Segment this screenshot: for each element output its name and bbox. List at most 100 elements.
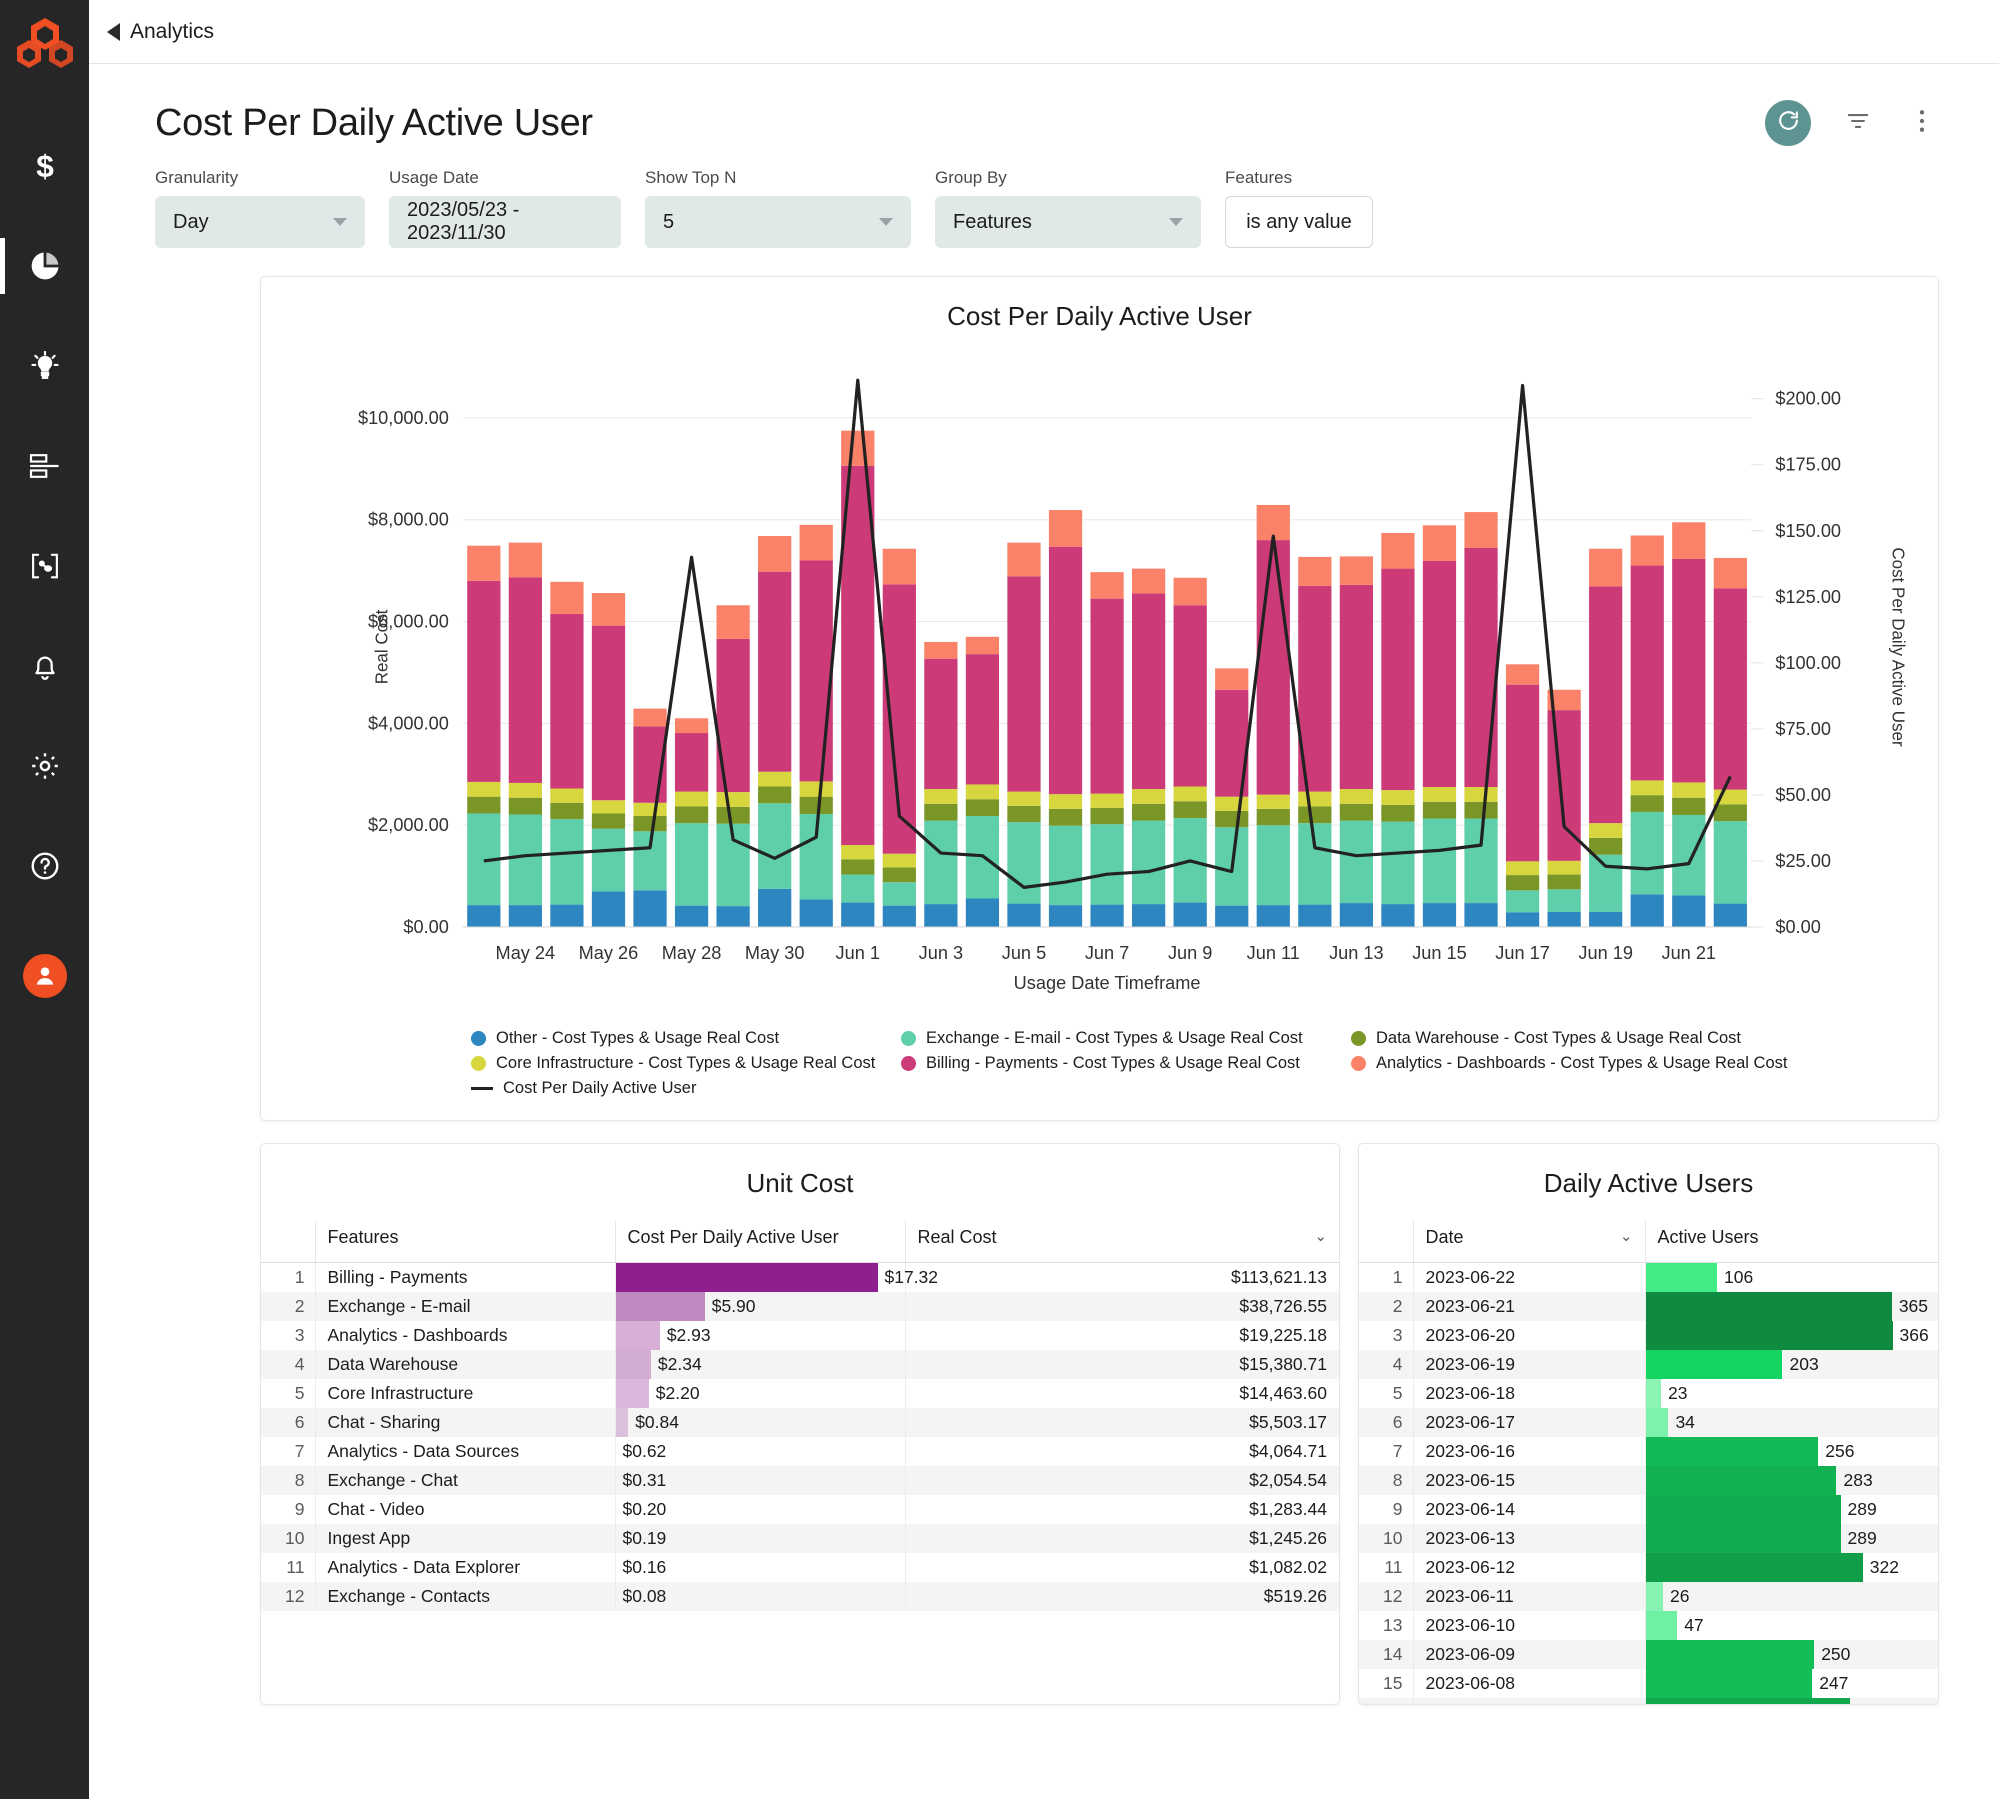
chart-title: Cost Per Daily Active User [947, 301, 1252, 331]
real-cost-value: $38,726.55 [904, 1292, 1339, 1321]
table-row[interactable]: 1 Billing - Payments $17.32 $113,621.13 [261, 1262, 1339, 1292]
active-users-bar [1645, 1698, 1850, 1704]
table-row[interactable]: 3 Analytics - Dashboards $2.93 $19,225.18 [261, 1321, 1339, 1350]
row-index: 9 [294, 1499, 305, 1519]
cpdau-bar-cell: $5.90 [614, 1292, 905, 1321]
table-row[interactable]: 5 2023-06-18 23 [1359, 1379, 1938, 1408]
legend-item[interactable]: Billing - Payments - Cost Types & Usage … [901, 1054, 1351, 1073]
table-row[interactable]: 4 Data Warehouse $2.34 $15,380.71 [261, 1350, 1339, 1379]
group-by-select[interactable]: Features [935, 196, 1201, 248]
chart-plot-area[interactable]: $0.00 $2,000.00 $4,000.00 $6,000.00 $8,000.0… [261, 332, 1938, 1032]
table-row[interactable]: 12 Exchange - Contacts $0.08 $519.26 [261, 1582, 1339, 1611]
date-value: 2023-06-21 [1412, 1292, 1645, 1321]
show-top-n-select[interactable]: 5 [645, 196, 911, 248]
active-users-bar-cell: 106 [1644, 1262, 1938, 1292]
table-row[interactable]: 6 2023-06-17 34 [1359, 1408, 1938, 1437]
svg-text:Jun 19: Jun 19 [1578, 943, 1633, 963]
table-row[interactable]: 2 2023-06-21 365 [1359, 1292, 1938, 1321]
table-row[interactable]: 4 2023-06-19 203 [1359, 1350, 1938, 1379]
cloudability-logo[interactable] [15, 14, 75, 74]
active-users-bar-cell: 303 [1644, 1698, 1938, 1704]
table-row[interactable]: 9 Chat - Video $0.20 $1,283.44 [261, 1495, 1339, 1524]
chevron-down-icon[interactable]: ⌄ [1620, 1227, 1633, 1245]
active-users-bar-cell: 250 [1644, 1640, 1938, 1669]
dau-col-active-users[interactable]: Active Users [1644, 1221, 1938, 1263]
row-index: 11 [1384, 1557, 1403, 1577]
sidebar-item-alerts[interactable] [0, 616, 89, 716]
features-filter-value[interactable]: is any value [1225, 196, 1373, 248]
unit-cost-card: Unit Cost Features Cost Per Daily Active… [260, 1143, 1340, 1705]
chart-svg: $0.00$2,000.00$4,000.00$6,000.00$8,000.0… [358, 378, 1908, 993]
cpdau-value: $2.34 [657, 1354, 702, 1374]
active-users-bar-cell: 34 [1644, 1408, 1938, 1437]
avatar[interactable] [22, 954, 67, 998]
table-row[interactable]: 11 2023-06-12 322 [1359, 1553, 1938, 1582]
svg-text:$: $ [36, 149, 54, 183]
table-row[interactable]: 10 2023-06-13 289 [1359, 1524, 1938, 1553]
more-options-button[interactable] [1905, 106, 1939, 140]
legend-item[interactable]: Core Infrastructure - Cost Types & Usage… [471, 1054, 901, 1073]
back-to-analytics-link[interactable]: Analytics [107, 20, 214, 44]
table-row[interactable]: 12 2023-06-11 26 [1359, 1582, 1938, 1611]
table-row[interactable]: 6 Chat - Sharing $0.84 $5,503.17 [261, 1408, 1339, 1437]
table-row[interactable]: 8 2023-06-15 283 [1359, 1466, 1938, 1495]
sidebar-item-containers[interactable] [0, 516, 89, 616]
sidebar-item-settings[interactable] [0, 716, 89, 816]
table-row[interactable]: 162023-06-07 303 [1359, 1698, 1938, 1704]
granularity-select[interactable]: Day [155, 196, 365, 248]
sidebar-nav: $ [0, 116, 89, 998]
legend-item[interactable]: Analytics - Dashboards - Cost Types & Us… [1351, 1054, 1938, 1073]
real-cost-value: $2,054.54 [904, 1466, 1339, 1495]
unit-cost-col-cpdau[interactable]: Cost Per Daily Active User [614, 1221, 905, 1263]
bell-icon [30, 650, 60, 682]
chevron-down-icon [333, 218, 347, 226]
sidebar-item-insights[interactable] [0, 316, 89, 416]
legend-item[interactable]: Cost Per Daily Active User [471, 1079, 901, 1098]
table-row[interactable]: 2 Exchange - E-mail $5.90 $38,726.55 [261, 1292, 1339, 1321]
cpdau-value: $0.62 [622, 1441, 667, 1461]
legend-label: Data Warehouse - Cost Types & Usage Real… [1376, 1029, 1741, 1047]
dau-col-date[interactable]: Date ⌄ [1412, 1221, 1645, 1263]
row-index: 13 [1383, 1615, 1403, 1635]
svg-text:Jun 1: Jun 1 [836, 943, 880, 963]
cpdau-bar-cell: $0.84 [614, 1408, 905, 1437]
legend-item[interactable]: Data Warehouse - Cost Types & Usage Real… [1351, 1029, 1938, 1048]
active-users-bar-cell: 23 [1644, 1379, 1938, 1408]
row-index: 12 [1383, 1586, 1403, 1606]
table-row[interactable]: 11 Analytics - Data Explorer $0.16 $1,082.0… [261, 1553, 1339, 1582]
sidebar-item-cost[interactable]: $ [0, 116, 89, 216]
page-content: Cost Per Daily Active User Granularity D… [89, 64, 1999, 1799]
table-row[interactable]: 3 2023-06-20 366 [1359, 1321, 1938, 1350]
sidebar-item-analytics[interactable] [0, 216, 89, 316]
table-row[interactable]: 14 2023-06-09 250 [1359, 1640, 1938, 1669]
filter-icon [1845, 108, 1871, 139]
active-users-bar [1645, 1582, 1664, 1611]
unit-cost-col-real-cost[interactable]: Real Cost ⌄ [904, 1221, 1339, 1263]
table-row[interactable]: 8 Exchange - Chat $0.31 $2,054.54 [261, 1466, 1339, 1495]
row-index: 8 [294, 1470, 305, 1490]
cpdau-bar-cell: $2.20 [614, 1379, 905, 1408]
table-row[interactable]: 1 2023-06-22 106 [1359, 1262, 1938, 1292]
bar-list-icon [28, 452, 62, 480]
usage-date-input[interactable]: 2023/05/23 - 2023/11/30 [389, 196, 621, 248]
active-users-value: 303 [1850, 1702, 1886, 1704]
legend-color-swatch [1351, 1031, 1366, 1046]
chevron-down-icon[interactable]: ⌄ [1314, 1227, 1327, 1245]
table-row[interactable]: 10 Ingest App $0.19 $1,245.26 [261, 1524, 1339, 1553]
table-row[interactable]: 9 2023-06-14 289 [1359, 1495, 1938, 1524]
filter-button[interactable] [1841, 106, 1875, 140]
legend-item[interactable]: Exchange - E-mail - Cost Types & Usage R… [901, 1029, 1351, 1048]
table-row[interactable]: 7 2023-06-16 256 [1359, 1437, 1938, 1466]
sidebar-item-reports[interactable] [0, 416, 89, 516]
unit-cost-col-features[interactable]: Features [314, 1221, 615, 1263]
legend-label: Other - Cost Types & Usage Real Cost [496, 1029, 780, 1047]
sidebar-item-help[interactable] [0, 816, 89, 916]
table-row[interactable]: 15 2023-06-08 247 [1359, 1669, 1938, 1698]
active-users-bar [1645, 1321, 1893, 1350]
refresh-button[interactable] [1765, 100, 1811, 146]
table-row[interactable]: 5 Core Infrastructure $2.20 $14,463.60 [261, 1379, 1339, 1408]
legend-item[interactable]: Other - Cost Types & Usage Real Cost [471, 1029, 901, 1048]
legend-color-swatch [471, 1031, 486, 1046]
table-row[interactable]: 13 2023-06-10 47 [1359, 1611, 1938, 1640]
table-row[interactable]: 7 Analytics - Data Sources $0.62 $4,064.71 [261, 1437, 1339, 1466]
